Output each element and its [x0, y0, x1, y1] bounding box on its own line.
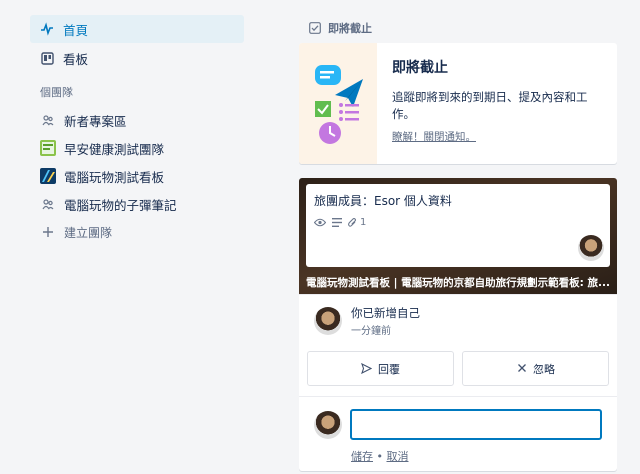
promo-body: 即將截止 追蹤即將到來的到期日、提及內容和工作。 瞭解！關閉通知。 [377, 43, 617, 164]
sidebar-team-label: 新者專案區 [64, 113, 127, 129]
avatar [578, 235, 604, 261]
checkbox-icon [309, 22, 321, 34]
teams-section-title: 個團隊 [40, 86, 73, 99]
promo-title: 即將截止 [392, 60, 448, 76]
team-icon [40, 196, 56, 212]
save-comment-link[interactable]: 儲存 [351, 450, 373, 463]
avatar [314, 411, 342, 439]
sidebar: 首頁 看板 個團隊 新者專案區 早安健康測試團隊 電腦玩物測試看板 電腦玩物的子… [30, 15, 244, 246]
plus-icon [40, 224, 56, 240]
sidebar-item-label: 看板 [63, 51, 89, 67]
upcoming-illustration [299, 43, 377, 164]
close-icon [516, 363, 527, 374]
dismiss-button[interactable]: 忽略 [462, 351, 609, 386]
sidebar-item-label: 首頁 [63, 22, 89, 38]
comment-actions: 儲存 • 取消 [299, 440, 617, 471]
activity-text: 你已新增自己 [351, 306, 420, 320]
activity-card: 旅團成員：Esor 個人資料 1 電腦玩物測試看板 | 電腦玩物的京都自助旅行規… [299, 178, 617, 471]
upcoming-promo-card: 即將截止 追蹤即將到來的到期日、提及內容和工作。 瞭解！關閉通知。 [299, 43, 617, 164]
card-title: 旅團成員：Esor 個人資料 [314, 194, 452, 208]
avatar [314, 307, 342, 335]
separator: • [373, 450, 387, 463]
promo-text: 追蹤即將到來的到期日、提及內容和工作。 [392, 90, 588, 121]
description-icon [332, 218, 342, 227]
activity-icon [40, 22, 54, 36]
sidebar-team-2[interactable]: 電腦玩物測試看板 [30, 162, 244, 190]
card-badges: 1 [314, 217, 602, 228]
dismiss-label: 忽略 [533, 362, 555, 376]
team-logo-image [40, 168, 56, 184]
trello-card[interactable]: 旅團成員：Esor 個人資料 1 [306, 184, 610, 267]
attachment-icon: 1 [348, 217, 366, 228]
team-icon [40, 112, 56, 128]
team-logo-image [40, 140, 56, 156]
activity-actions: 回覆 忽略 [299, 343, 617, 397]
main-feed: 即將截止 即將截止 追蹤即將到來的到期日、提及內容和工作。 瞭解！關閉通知。 旅… [299, 15, 617, 471]
upcoming-heading-label: 即將截止 [328, 22, 372, 35]
sidebar-team-0[interactable]: 新者專案區 [30, 106, 244, 134]
activity-time: 一分鐘前 [351, 326, 391, 337]
cancel-comment-link[interactable]: 取消 [386, 450, 408, 463]
dismiss-notice-link[interactable]: 瞭解！關閉通知。 [392, 129, 476, 144]
board-preview[interactable]: 旅團成員：Esor 個人資料 1 電腦玩物測試看板 | 電腦玩物的京都自助旅行規… [299, 178, 617, 294]
board-icon [40, 51, 54, 65]
sidebar-item-boards[interactable]: 看板 [30, 44, 244, 72]
sidebar-team-label: 電腦玩物測試看板 [64, 169, 165, 185]
sidebar-team-1[interactable]: 早安健康測試團隊 [30, 134, 244, 162]
eye-icon [314, 218, 326, 227]
upcoming-heading: 即將截止 [299, 15, 617, 41]
send-icon [361, 362, 373, 375]
comment-composer [299, 397, 617, 440]
attachment-count: 1 [360, 217, 367, 228]
create-team-label: 建立團隊 [64, 225, 113, 240]
sidebar-team-label: 早安健康測試團隊 [64, 141, 165, 157]
reply-label: 回覆 [378, 362, 400, 376]
comment-input[interactable] [350, 409, 602, 440]
create-team-button[interactable]: 建立團隊 [30, 218, 244, 246]
sidebar-team-label: 電腦玩物的子彈筆記 [64, 197, 177, 213]
sidebar-item-home[interactable]: 首頁 [30, 15, 244, 43]
board-name[interactable]: 電腦玩物測試看板 | 電腦玩物的京都自助旅行規劃示範看板: 旅... [306, 275, 611, 290]
activity-entry: 你已新增自己 一分鐘前 [299, 294, 617, 343]
reply-button[interactable]: 回覆 [307, 351, 454, 386]
sidebar-team-3[interactable]: 電腦玩物的子彈筆記 [30, 190, 244, 218]
